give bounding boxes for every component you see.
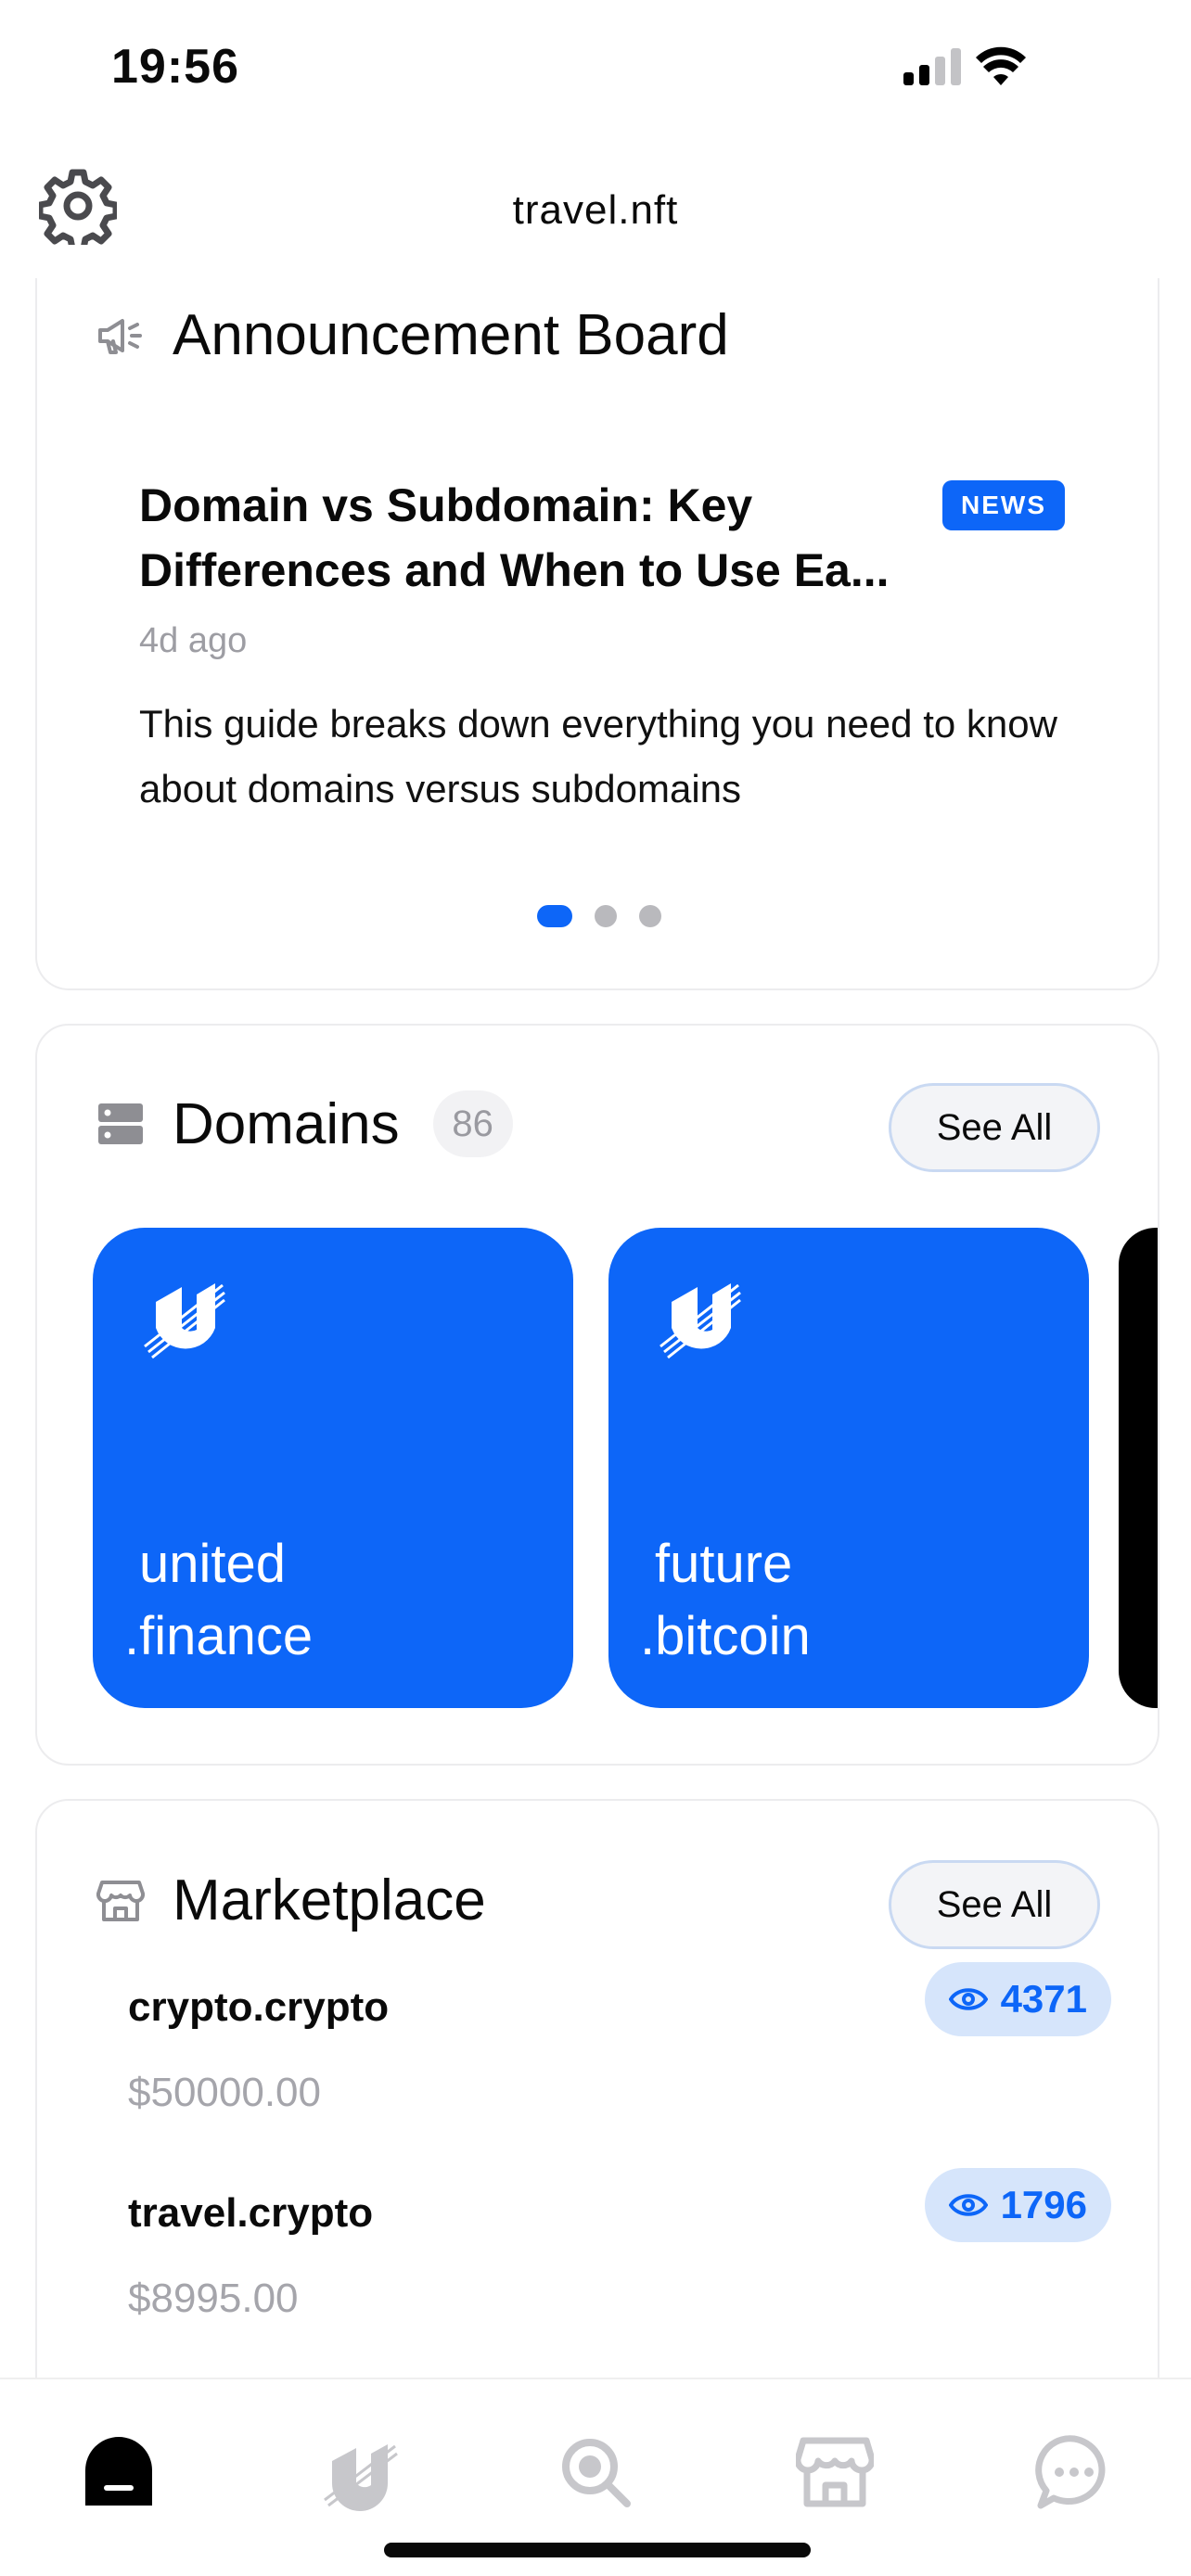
news-badge: NEWS: [942, 480, 1065, 530]
status-time: 19:56: [111, 40, 239, 94]
domain-tile-name: future .bitcoin: [640, 1528, 811, 1673]
marketplace-header: Marketplace: [96, 1868, 486, 1933]
carousel-pagination[interactable]: [37, 905, 1158, 927]
tab-messages-chat-icon[interactable]: [1035, 2433, 1113, 2511]
eye-icon: [948, 1988, 988, 2010]
domain-tile-peek[interactable]: [1119, 1228, 1158, 1708]
announcement-title: Domain vs Subdomain: Key Differences and…: [139, 479, 890, 596]
eye-icon: [948, 2194, 988, 2216]
domains-header: Domains 86: [96, 1090, 513, 1157]
domain-tld-part: .finance: [124, 1606, 314, 1666]
views-badge: 1796: [924, 2168, 1111, 2242]
domain-tile[interactable]: united .finance: [93, 1228, 573, 1708]
announcement-item[interactable]: Domain vs Subdomain: Key Differences and…: [139, 473, 1067, 603]
listing-price: $8995.00: [128, 2276, 299, 2321]
marketplace-listing[interactable]: travel.crypto $8995.00 1796: [128, 2168, 1111, 2322]
unstoppable-logo-icon: [144, 1283, 225, 1359]
listing-price: $50000.00: [128, 2070, 321, 2115]
section-title: Marketplace: [173, 1868, 486, 1932]
tab-domains-logo-icon[interactable]: [321, 2433, 399, 2511]
announcement-board-card: Announcement Board Domain vs Subdomain: …: [35, 278, 1159, 990]
home-indicator[interactable]: [384, 2543, 811, 2557]
server-icon: [98, 1103, 143, 1144]
wifi-icon: [976, 46, 1026, 85]
megaphone-icon: [98, 318, 142, 354]
announcement-body: This guide breaks down everything you ne…: [139, 702, 1057, 810]
pagination-dot[interactable]: [595, 905, 617, 927]
domains-card: Domains 86 See All united .finance futur…: [35, 1024, 1159, 1766]
views-count: 1796: [1000, 2183, 1087, 2226]
views-count: 4371: [1000, 1977, 1087, 2021]
marketplace-listing[interactable]: crypto.crypto $50000.00 4371: [128, 1962, 1111, 2116]
tab-marketplace-store-icon[interactable]: [796, 2433, 874, 2511]
views-badge: 4371: [924, 1962, 1111, 2036]
domains-count-badge: 86: [432, 1090, 513, 1157]
tab-explore-search-icon[interactable]: [557, 2433, 634, 2511]
section-title: Announcement Board: [173, 303, 729, 367]
domain-tile-name: united .finance: [124, 1528, 313, 1673]
domain-tile[interactable]: future .bitcoin: [608, 1228, 1089, 1708]
announcement-header: Announcement Board: [96, 302, 729, 368]
marketplace-see-all-button[interactable]: See All: [889, 1860, 1100, 1949]
status-bar: 19:56: [0, 0, 1191, 139]
pagination-dot[interactable]: [639, 905, 661, 927]
page-title: travel.nft: [512, 187, 679, 233]
domain-tld-part: .bitcoin: [640, 1606, 811, 1666]
app-header: travel.nft: [0, 148, 1191, 269]
domain-name-part: united: [139, 1534, 287, 1594]
pagination-dot-active[interactable]: [537, 905, 572, 927]
section-title: Domains: [173, 1091, 400, 1156]
domains-see-all-button[interactable]: See All: [889, 1083, 1100, 1172]
announcement-time: 4d ago: [139, 621, 248, 660]
tab-home-icon[interactable]: [80, 2433, 158, 2511]
domain-name-part: future: [655, 1534, 793, 1594]
cellular-signal-icon: [903, 48, 961, 85]
unstoppable-logo-icon: [660, 1283, 741, 1359]
storefront-icon: [96, 1880, 145, 1921]
